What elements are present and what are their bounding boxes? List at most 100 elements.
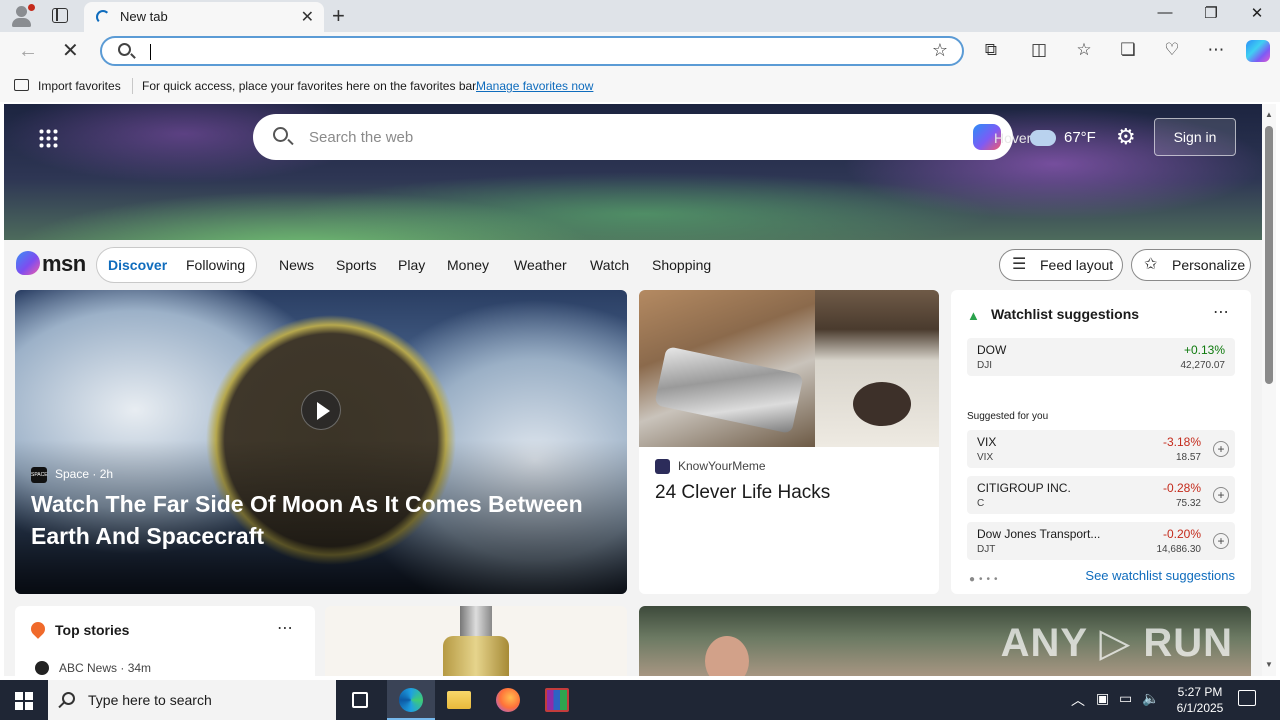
browser-essentials-icon[interactable]: ♡ [1160,40,1184,60]
device-icon[interactable]: ▣ [1096,690,1109,707]
import-icon [14,79,29,91]
app-launcher-icon[interactable] [38,128,58,148]
new-tab-button[interactable]: + [332,3,345,29]
collections-icon[interactable]: ❏ [1116,40,1140,60]
feed-toggle: Discover Following [96,247,257,283]
stock-chart-icon: ▲ [967,308,980,323]
tab-discover[interactable]: Discover [108,257,167,273]
close-tab-icon[interactable]: ✕ [301,7,314,27]
watchlist-row[interactable]: DOW DJI +0.13% 42,270.07 [967,338,1235,376]
more-icon[interactable]: ⋯ [1204,40,1228,60]
nav-sports[interactable]: Sports [336,257,376,273]
butterfly-logo-icon [16,251,40,275]
restore-button[interactable]: ❐ [1188,4,1234,22]
add-to-watchlist-icon[interactable]: + [1213,533,1229,549]
back-arrow-icon[interactable]: ← [18,40,38,63]
article-card[interactable]: KnowYourMeme 24 Clever Life Hacks [639,290,939,594]
winrar-icon [545,688,569,712]
add-to-watchlist-icon[interactable]: + [1213,441,1229,457]
extensions-icon[interactable]: ⧉ [979,40,1003,60]
favorite-star-icon[interactable]: ☆ [932,40,948,61]
scrollbar[interactable]: ▲ ▼ [1262,104,1276,676]
nav-weather[interactable]: Weather [514,257,567,273]
personalize-button[interactable]: ✩ Personalize [1131,249,1251,281]
article-headline[interactable]: Watch The Far Side Of Moon As It Comes B… [31,488,611,552]
search-icon [118,43,131,56]
article-source: ABC News · 34m [59,661,152,675]
watchlist-row[interactable]: CITIGROUP INC. C -0.28% 75.32 + [967,476,1235,514]
weather-temperature[interactable]: 67°F [1064,129,1096,146]
web-search-box[interactable]: Search the web [253,114,1013,160]
nav-money[interactable]: Money [447,257,489,273]
close-window-button[interactable]: ✕ [1234,4,1280,22]
clock-time: 5:27 PM [1177,685,1223,699]
watchlist-row[interactable]: Dow Jones Transport... DJT -0.20% 14,686… [967,522,1235,560]
network-icon[interactable]: ▭ [1119,690,1132,707]
more-icon[interactable]: ⋯ [277,618,293,638]
article-headline[interactable]: 24 Clever Life Hacks [655,482,830,504]
text-caret [150,44,151,60]
nav-news[interactable]: News [279,257,314,273]
sign-in-button[interactable]: Sign in [1154,118,1236,156]
tab-actions-icon[interactable] [52,8,68,23]
tab-strip: New tab ✕ + — ❐ ✕ [0,0,1280,32]
new-tab-page: Search the web Hover 67°F ⚙ Sign in msn … [4,104,1262,676]
stop-icon[interactable]: ✕ [62,38,79,63]
scroll-up-icon[interactable]: ▲ [1265,110,1273,119]
copilot-icon[interactable] [1246,40,1270,62]
windows-start-icon[interactable] [15,692,33,710]
manage-favorites-link[interactable]: Manage favorites now [476,79,593,93]
nav-watch[interactable]: Watch [590,257,629,273]
address-bar[interactable]: ☆ [100,36,964,66]
taskbar: Type here to search ︿ ▣ ▭ 🔈 5:27 PM 6/1/… [0,680,1280,720]
top-stories-title[interactable]: Top stories [55,622,129,638]
watchlist-row[interactable]: VIX VIX -3.18% 18.57 + [967,430,1235,468]
folder-icon [447,691,471,709]
watchlist-title[interactable]: Watchlist suggestions [991,306,1139,322]
favorites-icon[interactable]: ☆ [1072,40,1096,60]
file-explorer-taskbar-button[interactable] [435,680,483,720]
see-watchlist-link[interactable]: See watchlist suggestions [1085,568,1235,583]
featured-article-card[interactable]: SPACE Space · 2h Watch The Far Side Of M… [15,290,627,594]
browser-toolbar: ← ✕ ☆ ⧉ ◫ ☆ ❏ ♡ ⋯ [0,32,1280,70]
add-to-watchlist-icon[interactable]: + [1213,487,1229,503]
msn-nav-bar: msn Discover Following News Sports Play … [4,240,1262,290]
more-icon[interactable]: ⋯ [1213,302,1229,322]
scroll-thumb[interactable] [1265,126,1273,384]
task-view-icon[interactable] [352,692,368,708]
suggested-label: Suggested for you [967,411,1049,422]
import-favorites-button[interactable]: Import favorites [38,79,121,93]
article-image [443,636,509,676]
tab-new-tab[interactable]: New tab ✕ [84,2,324,32]
carousel-dots[interactable]: ●••• [969,574,1002,585]
taskbar-search-placeholder: Type here to search [88,692,212,708]
taskbar-search-box[interactable]: Type here to search [48,680,336,720]
search-icon [62,692,75,705]
notifications-icon[interactable] [1238,690,1256,706]
loading-spinner-icon [96,10,110,24]
source-logo: SPACE [31,467,48,483]
nav-shopping[interactable]: Shopping [652,257,711,273]
clock[interactable]: 5:27 PM 6/1/2025 [1172,684,1228,716]
chevron-up-icon[interactable]: ︿ [1071,690,1085,710]
gear-icon[interactable]: ⚙ [1116,124,1136,150]
web-search-placeholder: Search the web [309,129,414,146]
feed-layout-button[interactable]: ☰ Feed layout [999,249,1123,281]
scroll-down-icon[interactable]: ▼ [1265,660,1273,669]
volume-icon[interactable]: 🔈 [1142,690,1159,707]
article-source: KnowYourMeme [678,459,766,473]
split-screen-icon[interactable]: ◫ [1027,40,1051,60]
article-card[interactable] [325,606,627,676]
nav-play[interactable]: Play [398,257,425,273]
winrar-taskbar-button[interactable] [533,680,581,720]
minimize-button[interactable]: — [1142,4,1188,21]
article-source: Space · 2h [55,467,114,481]
play-icon[interactable] [301,390,341,430]
firefox-taskbar-button[interactable] [484,680,532,720]
weather-cloud-icon[interactable] [1030,122,1056,146]
edge-taskbar-button[interactable] [387,680,435,720]
tab-following[interactable]: Following [186,257,245,273]
article-card[interactable]: ANY ▷ RUN [639,606,1251,676]
profile-avatar-icon[interactable] [8,4,35,28]
watchlist-card: ▲ Watchlist suggestions ⋯ DOW DJI +0.13%… [951,290,1251,594]
